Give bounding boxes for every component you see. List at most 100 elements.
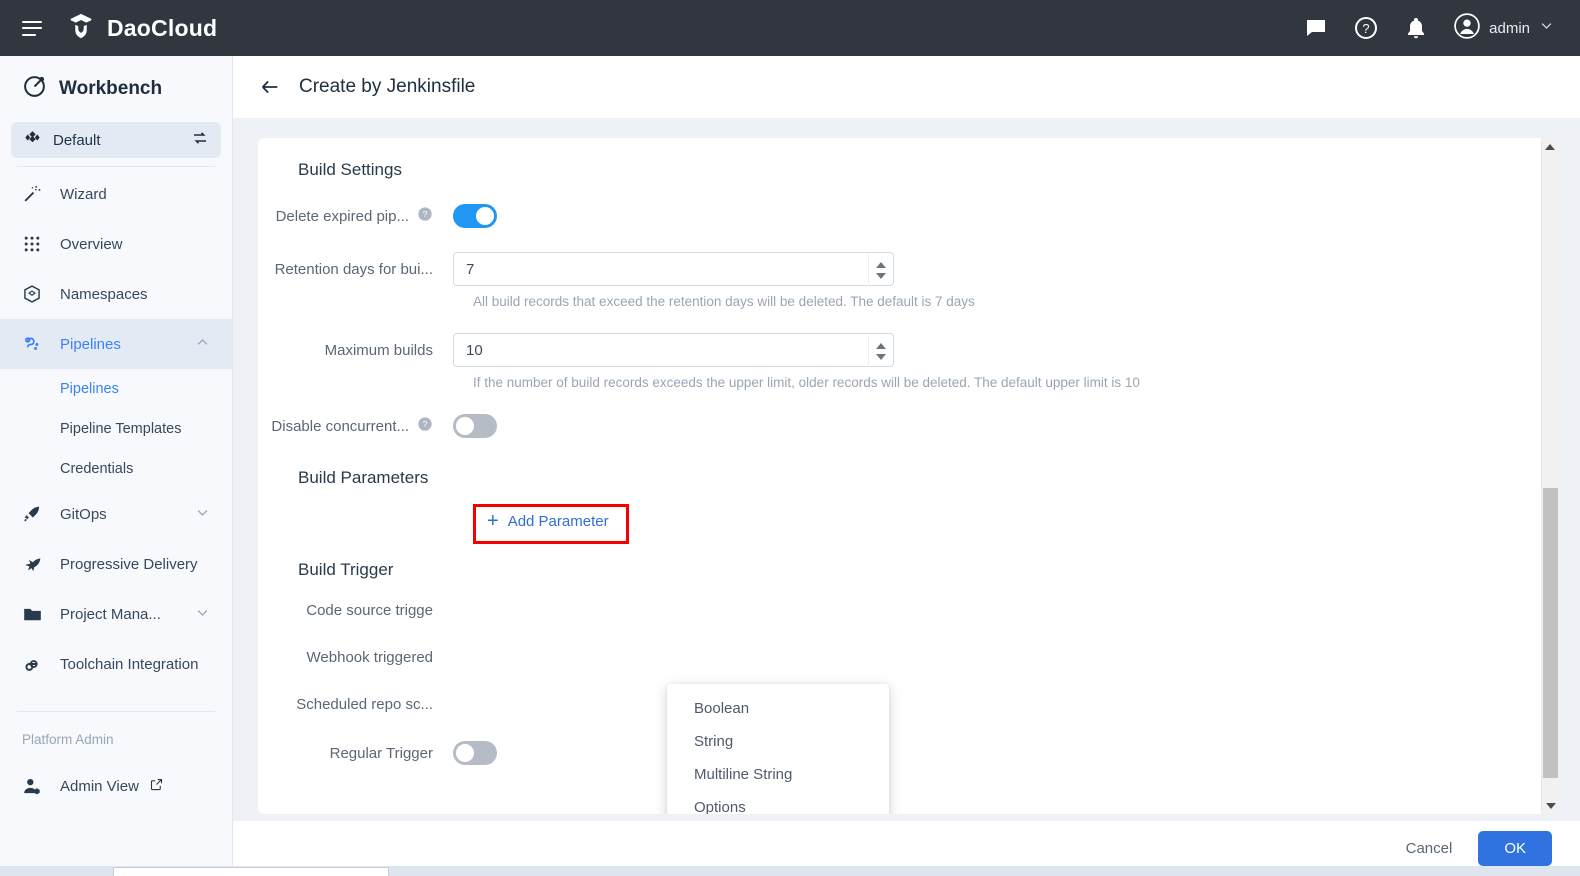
parameter-type-dropdown: Boolean String Multiline String Options [667, 684, 889, 814]
sidebar-default-label: Default [53, 132, 101, 149]
chat-icon[interactable] [1304, 16, 1328, 40]
sidebar-item-label: Wizard [60, 186, 107, 203]
dropdown-item-string[interactable]: String [667, 725, 889, 758]
swap-icon[interactable] [191, 129, 209, 152]
help-icon[interactable]: ? [1354, 16, 1378, 40]
scroll-down-arrow-icon[interactable] [1542, 797, 1558, 814]
sidebar-item-label: Admin View [60, 778, 139, 795]
top-bar-actions: ? admin [1304, 13, 1554, 44]
sidebar: Workbench Default [0, 56, 233, 876]
sidebar-subitem-pipeline-templates[interactable]: Pipeline Templates [0, 409, 232, 449]
maximum-builds-control: 10 [453, 333, 894, 367]
maximum-builds-stepper[interactable] [868, 335, 892, 367]
sidebar-item-project-management[interactable]: Project Mana... [0, 589, 232, 639]
sidebar-item-label: Toolchain Integration [60, 656, 198, 673]
retention-days-control: 7 [453, 252, 894, 286]
settings-card: Build Settings Delete expired pip... ? [258, 138, 1558, 814]
delete-expired-toggle[interactable] [453, 204, 497, 228]
sidebar-section-platform-admin: Platform Admin [0, 712, 232, 761]
help-circle-icon[interactable]: ? [417, 206, 433, 226]
help-circle-icon[interactable]: ? [417, 416, 433, 436]
sidebar-item-label: Pipelines [60, 336, 121, 353]
add-parameter-label: Add Parameter [508, 513, 609, 530]
sidebar-subitem-label: Credentials [60, 461, 133, 477]
row-code-source-trigger: Code source trigge [258, 602, 1558, 619]
sidebar-item-overview[interactable]: Overview [0, 219, 232, 269]
sidebar-item-label: Project Mana... [60, 606, 161, 623]
svg-text:?: ? [423, 209, 428, 219]
dropdown-item-options[interactable]: Options [667, 791, 889, 814]
regular-trigger-toggle[interactable] [453, 741, 497, 765]
sidebar-item-wizard[interactable]: Wizard [0, 169, 232, 219]
svg-text:?: ? [423, 419, 428, 429]
chevron-down-icon[interactable] [195, 505, 210, 524]
sidebar-item-default[interactable]: Default [11, 122, 221, 158]
scrollbar-thumb[interactable] [1543, 488, 1558, 778]
bird-icon [22, 554, 46, 575]
sidebar-subitem-label: Pipeline Templates [60, 421, 181, 437]
stepper-down-icon[interactable] [876, 273, 886, 279]
dropdown-item-label: Boolean [694, 700, 749, 717]
chevron-down-icon[interactable] [1539, 18, 1554, 38]
sidebar-item-admin-view[interactable]: Admin View [0, 761, 232, 811]
cancel-button[interactable]: Cancel [1406, 840, 1453, 857]
vertical-scrollbar[interactable] [1541, 138, 1558, 814]
user-menu[interactable]: admin [1454, 13, 1554, 44]
settings-card-inner: Build Settings Delete expired pip... ? [258, 138, 1558, 814]
sidebar-subitem-credentials[interactable]: Credentials [0, 449, 232, 489]
dropdown-item-multiline-string[interactable]: Multiline String [667, 758, 889, 791]
retention-days-value: 7 [454, 261, 474, 278]
sidebar-item-label: Overview [60, 236, 123, 253]
build-trigger-title: Build Trigger [258, 560, 1558, 580]
sidebar-subitem-label: Pipelines [60, 381, 119, 397]
add-parameter-button[interactable]: + Add Parameter [473, 504, 623, 538]
retention-days-label: Retention days for bui... [258, 261, 433, 278]
chevron-up-icon[interactable] [195, 335, 210, 354]
dropdown-item-boolean[interactable]: Boolean [667, 692, 889, 725]
scroll-up-arrow-icon[interactable] [1542, 138, 1558, 155]
pipeline-icon [22, 334, 46, 355]
wand-icon [22, 184, 46, 204]
daocloud-cube-icon [66, 11, 96, 46]
maximum-builds-label: Maximum builds [258, 342, 433, 359]
back-arrow-icon[interactable] [259, 76, 281, 98]
workbench-header[interactable]: Workbench [0, 56, 232, 118]
retention-days-stepper[interactable] [868, 254, 892, 286]
sidebar-item-pipelines[interactable]: Pipelines [0, 319, 232, 369]
delete-expired-label: Delete expired pip... [276, 208, 409, 225]
stepper-up-icon[interactable] [876, 262, 886, 268]
row-maximum-builds: Maximum builds 10 [258, 333, 1558, 367]
cube-icon [22, 284, 46, 304]
row-regular-trigger: Regular Trigger [258, 741, 1558, 765]
page-title: Create by Jenkinsfile [299, 76, 475, 98]
stepper-up-icon[interactable] [876, 343, 886, 349]
hamburger-icon[interactable] [22, 21, 42, 36]
row-delete-expired: Delete expired pip... ? [258, 204, 1558, 228]
dropdown-item-label: Options [694, 799, 746, 814]
stepper-down-icon[interactable] [876, 354, 886, 360]
main-area: Create by Jenkinsfile Build Settings Del… [233, 56, 1580, 876]
sidebar-item-gitops[interactable]: GitOps [0, 489, 232, 539]
sidebar-subitem-pipelines[interactable]: Pipelines [0, 369, 232, 409]
bell-icon[interactable] [1404, 16, 1428, 40]
sidebar-item-label: Namespaces [60, 286, 148, 303]
maximum-builds-input[interactable]: 10 [453, 333, 894, 367]
sidebar-item-namespaces[interactable]: Namespaces [0, 269, 232, 319]
disable-concurrent-toggle[interactable] [453, 414, 497, 438]
workbench-icon [22, 74, 47, 104]
sidebar-item-toolchain-integration[interactable]: Toolchain Integration [0, 639, 232, 689]
retention-days-input[interactable]: 7 [453, 252, 894, 286]
brand-name: DaoCloud [107, 15, 217, 42]
regular-trigger-control [453, 741, 497, 765]
maximum-builds-value: 10 [454, 342, 483, 359]
row-webhook-triggered: Webhook triggered [258, 649, 1558, 666]
sidebar-item-progressive-delivery[interactable]: Progressive Delivery [0, 539, 232, 589]
ok-button[interactable]: OK [1478, 831, 1552, 866]
chevron-down-icon[interactable] [195, 605, 210, 624]
page-header: Create by Jenkinsfile [233, 56, 1580, 118]
avatar [1454, 13, 1480, 44]
folder-icon [22, 604, 46, 625]
brand-logo[interactable]: DaoCloud [66, 11, 217, 46]
external-link-icon [149, 777, 164, 796]
add-parameter-wrapper: + Add Parameter [473, 504, 623, 538]
